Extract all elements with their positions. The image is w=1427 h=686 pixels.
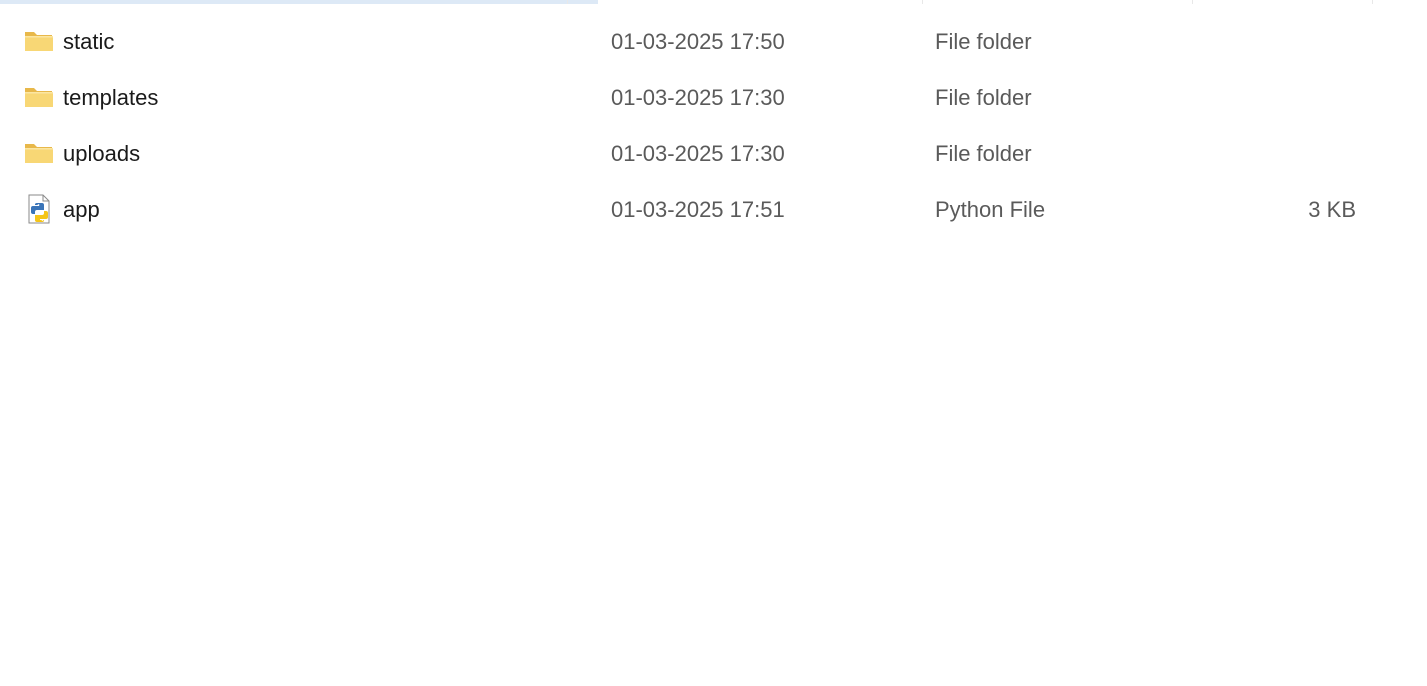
file-name[interactable]: uploads	[63, 126, 140, 182]
file-row[interactable]: static 01-03-2025 17:50 File folder	[0, 14, 1427, 70]
file-type: File folder	[935, 29, 1032, 54]
file-name[interactable]: app	[63, 182, 100, 238]
column-divider[interactable]	[1192, 0, 1193, 4]
file-row[interactable]: uploads 01-03-2025 17:30 File folder	[0, 126, 1427, 182]
file-row[interactable]: app 01-03-2025 17:51 Python File 3 KB	[0, 182, 1427, 238]
file-name[interactable]: templates	[63, 70, 158, 126]
column-divider[interactable]	[567, 0, 568, 4]
file-row[interactable]: templates 01-03-2025 17:30 File folder	[0, 70, 1427, 126]
column-divider[interactable]	[1372, 0, 1373, 4]
date-modified: 01-03-2025 17:30	[611, 141, 785, 166]
file-list: static 01-03-2025 17:50 File folder temp…	[0, 0, 1427, 686]
date-modified: 01-03-2025 17:51	[611, 197, 785, 222]
file-size: 3 KB	[1308, 197, 1356, 222]
file-type: Python File	[935, 197, 1046, 222]
python-file-icon	[24, 194, 54, 224]
folder-icon	[24, 138, 54, 168]
column-header-strip[interactable]	[0, 0, 598, 4]
date-modified: 01-03-2025 17:30	[611, 85, 785, 110]
file-type: File folder	[935, 141, 1032, 166]
folder-icon	[24, 26, 54, 56]
column-divider[interactable]	[922, 0, 923, 4]
file-type: File folder	[935, 85, 1032, 110]
folder-icon	[24, 82, 54, 112]
date-modified: 01-03-2025 17:50	[611, 29, 785, 54]
file-name[interactable]: static	[63, 14, 114, 70]
